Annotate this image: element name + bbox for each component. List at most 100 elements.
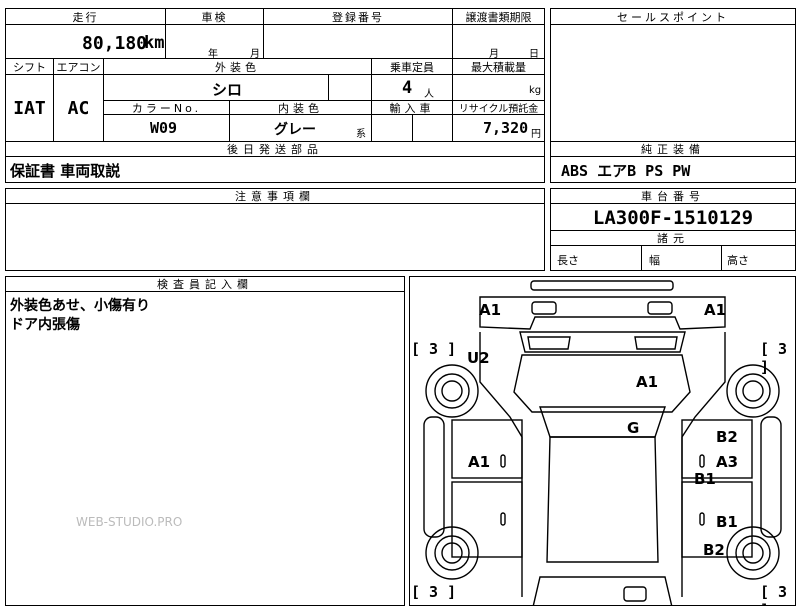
damage-code-a1-hood: A1 bbox=[636, 373, 659, 391]
damage-code-b2-r2: B2 bbox=[703, 541, 725, 559]
exterior-header: 外装色 bbox=[104, 59, 372, 75]
length-label: 長さ bbox=[557, 254, 579, 267]
damage-code-a1-tl: A1 bbox=[479, 301, 502, 319]
headlight-right bbox=[647, 301, 673, 315]
dims-row: 長さ 幅 高さ bbox=[551, 246, 795, 270]
exterior-value: シロ bbox=[212, 81, 243, 99]
color-no-cell: W09 bbox=[104, 115, 230, 141]
tire-tread-front-left: [ 3 ] bbox=[411, 340, 457, 358]
sales-point-header: セールスポイント bbox=[551, 9, 795, 25]
capacity-value: 4 bbox=[402, 78, 413, 98]
inspection-cell: 年 月 bbox=[166, 25, 264, 60]
door-handle-fl bbox=[500, 454, 506, 468]
wheel-rear-right bbox=[726, 526, 780, 580]
later-parts-header: 後日発送部品 bbox=[6, 142, 544, 157]
dims-divider-1 bbox=[641, 246, 642, 270]
sill-left bbox=[423, 416, 445, 538]
taillight bbox=[623, 586, 647, 602]
equipment-value: ABS エアB PS PW bbox=[561, 162, 691, 180]
transfer-day: 日 bbox=[529, 49, 539, 60]
load-cell: kg bbox=[453, 75, 544, 101]
mileage-value: 80,180 bbox=[82, 33, 148, 54]
front-bumper bbox=[479, 296, 726, 330]
dims-header: 諸元 bbox=[551, 231, 795, 246]
equipment-box: 純正装備 ABS エアB PS PW bbox=[550, 141, 796, 183]
door-handle-rl bbox=[500, 512, 506, 526]
wheel-rear-right-inner bbox=[735, 535, 771, 571]
import-header: 輸入車 bbox=[372, 101, 453, 115]
damage-code-a3: A3 bbox=[716, 453, 739, 471]
front-bumper-top bbox=[530, 280, 674, 291]
watermark: WEB-STUDIO.PRO bbox=[76, 515, 183, 529]
chassis-value: LA300F-1510129 bbox=[551, 205, 795, 231]
chassis-header: 車台番号 bbox=[551, 189, 795, 204]
car-diagram-box: A1 A1 U2 A1 G B2 A1 A3 B1 B1 B2 [ 3 ] [ … bbox=[409, 276, 796, 606]
damage-code-a1-tr: A1 bbox=[704, 301, 727, 319]
inspector-box: 検査員記入欄 外装色あせ、小傷有り ドア内張傷 WEB-STUDIO.PRO bbox=[5, 276, 405, 606]
wheel-rear-right-hub bbox=[742, 542, 764, 564]
damage-code-b2-r: B2 bbox=[716, 428, 738, 446]
chassis-box: 車台番号 LA300F-1510129 諸元 長さ 幅 高さ bbox=[550, 188, 796, 271]
inspector-line-1: 外装色あせ、小傷有り bbox=[10, 298, 150, 314]
door-handle-rr bbox=[699, 512, 705, 526]
recycle-value: 7,320 bbox=[483, 119, 529, 137]
interior-suffix: 系 bbox=[356, 129, 366, 140]
tire-tread-front-right: [ 3 ] bbox=[760, 340, 788, 376]
recycle-header: リサイクル預託金 bbox=[453, 101, 544, 115]
ac-value: AC bbox=[54, 75, 104, 141]
door-handle-fr bbox=[699, 454, 705, 468]
vehicle-info-table: 走行 車検 登録番号 譲渡書類期限 80,180 km 年 月 月 日 シフト … bbox=[5, 8, 545, 142]
import-cell bbox=[372, 115, 453, 141]
registration-header: 登録番号 bbox=[264, 9, 453, 25]
inspection-header: 車検 bbox=[166, 9, 264, 25]
damage-code-g: G bbox=[627, 419, 640, 437]
wheel-front-left-hub bbox=[441, 380, 463, 402]
roof bbox=[546, 436, 659, 563]
capacity-cell: 4 人 bbox=[372, 75, 453, 101]
interior-value: グレー bbox=[274, 122, 316, 138]
height-label: 高さ bbox=[727, 254, 749, 267]
transfer-cell: 月 日 bbox=[453, 25, 544, 60]
damage-code-b1-r2: B1 bbox=[716, 513, 738, 531]
interior-cell: グレー 系 bbox=[230, 115, 372, 141]
wheel-front-left-inner bbox=[434, 373, 470, 409]
interior-header: 内装色 bbox=[230, 101, 372, 115]
capacity-header: 乗車定員 bbox=[372, 59, 453, 75]
load-unit: kg bbox=[529, 85, 542, 96]
later-parts-box: 後日発送部品 保証書 車両取説 bbox=[5, 141, 545, 183]
exterior-cell: シロ bbox=[104, 75, 372, 101]
damage-code-a1-l: A1 bbox=[468, 453, 491, 471]
sill-right bbox=[760, 416, 782, 538]
door-rear-left bbox=[451, 481, 523, 558]
shift-value: IAT bbox=[6, 75, 54, 141]
tire-tread-rear-left: [ 3 ] bbox=[411, 583, 457, 601]
sales-point-box: セールスポイント bbox=[550, 8, 796, 142]
exterior-divider bbox=[328, 75, 329, 100]
notes-header: 注意事項欄 bbox=[6, 189, 544, 204]
dims-divider-2 bbox=[721, 246, 722, 270]
import-divider bbox=[412, 115, 413, 141]
headlight-left bbox=[531, 301, 557, 315]
notes-box: 注意事項欄 bbox=[5, 188, 545, 271]
grille-left bbox=[527, 336, 571, 350]
tire-tread-rear-right: [ 3 ] bbox=[760, 583, 788, 605]
color-no-value: W09 bbox=[150, 119, 178, 137]
color-no-header: カラーNo. bbox=[104, 101, 230, 115]
wheel-front-left bbox=[425, 364, 479, 418]
wheel-front-right-hub bbox=[742, 380, 764, 402]
equipment-header: 純正装備 bbox=[551, 142, 795, 157]
shift-header: シフト bbox=[6, 59, 54, 75]
damage-code-b1-r: B1 bbox=[694, 470, 716, 488]
recycle-cell: 7,320 円 bbox=[453, 115, 544, 141]
inspector-header: 検査員記入欄 bbox=[6, 277, 404, 292]
registration-cell bbox=[264, 25, 453, 59]
grille-right bbox=[634, 336, 678, 350]
transfer-header: 譲渡書類期限 bbox=[453, 9, 544, 25]
rear-window bbox=[532, 576, 673, 605]
capacity-unit: 人 bbox=[424, 89, 434, 100]
mileage-header: 走行 bbox=[6, 9, 166, 25]
ac-header: エアコン bbox=[54, 59, 104, 75]
damage-code-u2: U2 bbox=[467, 349, 490, 367]
inspector-line-2: ドア内張傷 bbox=[10, 317, 80, 333]
wheel-front-right-inner bbox=[735, 373, 771, 409]
